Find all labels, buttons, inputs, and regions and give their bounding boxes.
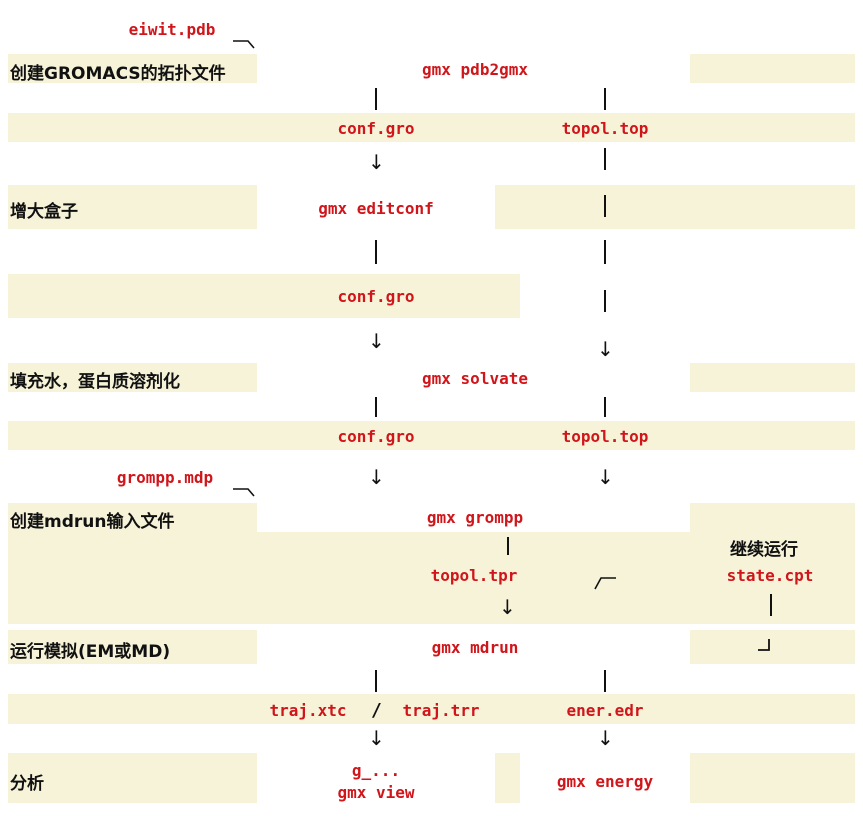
step-run-label: 运行模拟(EM或MD) — [10, 642, 171, 662]
corner-arrow-icon — [758, 639, 770, 651]
conf-gro-box-2 — [520, 274, 855, 318]
connector-line — [604, 88, 606, 110]
down-arrow-icon: ↓ — [368, 329, 385, 353]
step-analysis-label: 分析 — [10, 774, 44, 794]
band-row-8 — [8, 532, 855, 562]
cmd-mdrun: gmx mdrun — [431, 638, 519, 657]
connector-line — [604, 240, 606, 264]
connector-line — [375, 88, 377, 110]
file-separator: / — [371, 700, 382, 721]
connector-line — [375, 397, 377, 417]
down-arrow-icon: ↓ — [597, 465, 614, 489]
file-traj-trr: traj.trr — [402, 701, 480, 720]
connector-line — [770, 594, 772, 616]
down-arrow-icon: ↓ — [597, 726, 614, 750]
step-topology-label: 创建GROMACS的拓扑文件 — [10, 64, 226, 84]
cmd-pdb2gmx: gmx pdb2gmx — [422, 60, 528, 79]
down-arrow-icon: ↓ — [597, 337, 614, 361]
connector-line — [604, 290, 606, 312]
connector-line — [604, 148, 606, 170]
cmd-solvate: gmx solvate — [422, 369, 528, 388]
hook-arrow-icon — [594, 577, 616, 590]
down-arrow-icon: ↓ — [368, 465, 385, 489]
step-box-label: 增大盒子 — [10, 202, 78, 222]
cmd-g-tools: g_... — [351, 761, 401, 780]
file-topol-top-1: topol.top — [561, 119, 649, 138]
down-arrow-icon: ↓ — [368, 726, 385, 750]
cmd-view: gmx view — [337, 783, 415, 802]
hook-arrow-icon — [233, 488, 255, 497]
hook-arrow-icon — [233, 40, 255, 49]
cmd-energy: gmx energy — [556, 772, 654, 791]
file-eiwit-pdb: eiwit.pdb — [128, 20, 216, 39]
file-state-cpt: state.cpt — [726, 566, 814, 585]
step-solvate-label: 填充水，蛋白质溶剂化 — [10, 372, 180, 392]
connector-line — [604, 397, 606, 417]
step-continue-label: 继续运行 — [730, 540, 798, 560]
cmd-grompp: gmx grompp — [426, 508, 524, 527]
down-arrow-icon: ↓ — [368, 150, 385, 174]
band-row-10 — [8, 589, 855, 624]
cmd-editconf: gmx editconf — [318, 199, 434, 218]
file-conf-gro-2: conf.gro — [337, 287, 415, 306]
file-conf-gro-3: conf.gro — [337, 427, 415, 446]
down-arrow-icon: ↓ — [499, 595, 516, 619]
file-grompp-mdp: grompp.mdp — [116, 468, 214, 487]
connector-line — [507, 537, 509, 555]
file-topol-top-2: topol.top — [561, 427, 649, 446]
file-ener-edr: ener.edr — [566, 701, 644, 720]
connector-line — [604, 670, 606, 692]
connector-line — [375, 240, 377, 264]
step-mdrun-input-label: 创建mdrun输入文件 — [10, 512, 175, 532]
file-topol-tpr: topol.tpr — [430, 566, 518, 585]
file-conf-gro-1: conf.gro — [337, 119, 415, 138]
file-traj-xtc: traj.xtc — [269, 701, 347, 720]
connector-line — [604, 195, 606, 217]
connector-line — [375, 670, 377, 692]
